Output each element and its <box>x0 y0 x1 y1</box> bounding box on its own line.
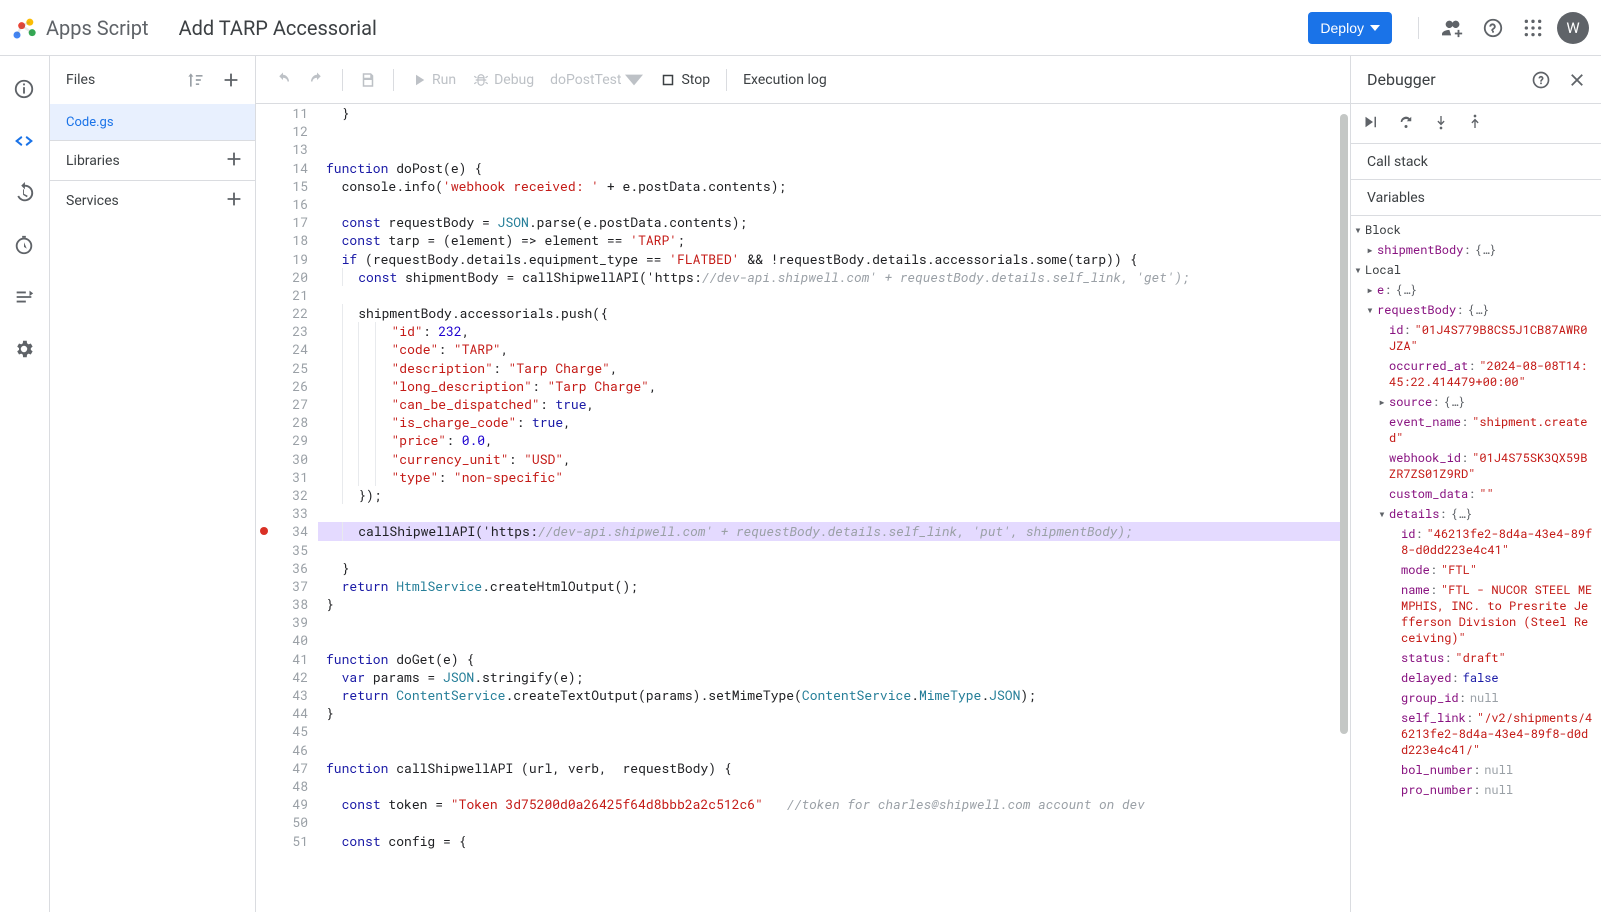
share-icon[interactable] <box>1433 8 1473 48</box>
executions-icon[interactable] <box>13 286 37 310</box>
debugger-panel: Debugger Call stack Variables ▾Block▸shi… <box>1351 56 1601 912</box>
services-section[interactable]: Services <box>50 180 255 220</box>
debugger-title: Debugger <box>1367 70 1436 89</box>
run-button[interactable]: Run <box>404 64 462 96</box>
debug-help-icon[interactable] <box>1525 64 1557 96</box>
resume-button[interactable] <box>1361 113 1379 135</box>
files-title: Files <box>66 72 95 88</box>
sort-files-button[interactable] <box>179 64 211 96</box>
left-rail <box>0 56 50 912</box>
add-service-button[interactable] <box>223 188 247 214</box>
editor-scrollbar[interactable] <box>1338 104 1350 912</box>
settings-icon[interactable] <box>13 338 37 362</box>
stop-button[interactable]: Stop <box>653 64 716 96</box>
editor-toolbar: Run Debug doPostTest Stop Execution log <box>256 56 1350 104</box>
chevron-down-icon <box>625 71 643 89</box>
variables-section[interactable]: Variables <box>1351 180 1601 216</box>
add-library-button[interactable] <box>223 148 247 174</box>
editor-area: Run Debug doPostTest Stop Execution log … <box>256 56 1351 912</box>
step-out-button[interactable] <box>1467 113 1483 135</box>
step-into-button[interactable] <box>1433 113 1449 135</box>
files-panel: Files Code.gs Libraries Services <box>50 56 256 912</box>
editor-icon[interactable] <box>13 130 37 154</box>
overview-icon[interactable] <box>13 78 37 102</box>
deploy-button[interactable]: Deploy <box>1308 12 1392 44</box>
code-editor[interactable]: 1112131415161718192021222324252627282930… <box>256 104 1350 912</box>
libraries-section[interactable]: Libraries <box>50 140 255 180</box>
apps-script-icon <box>10 14 38 42</box>
project-title[interactable]: Add TARP Accessorial <box>179 16 1309 40</box>
callstack-section[interactable]: Call stack <box>1351 144 1601 180</box>
app-header: Apps Script Add TARP Accessorial Deploy … <box>0 0 1601 56</box>
close-debugger-button[interactable] <box>1561 64 1593 96</box>
variables-tree[interactable]: ▾Block▸shipmentBody:{…}▾Local▸e:{…}▾requ… <box>1351 216 1601 912</box>
history-icon[interactable] <box>13 182 37 206</box>
file-code-gs[interactable]: Code.gs <box>50 104 255 140</box>
redo-button[interactable] <box>302 64 332 96</box>
apps-grid-icon[interactable] <box>1513 8 1553 48</box>
debug-button[interactable]: Debug <box>466 64 540 96</box>
help-icon[interactable] <box>1473 8 1513 48</box>
account-avatar[interactable]: W <box>1557 12 1589 44</box>
apps-script-logo[interactable]: Apps Script <box>10 14 149 42</box>
product-name: Apps Script <box>46 16 149 40</box>
save-button[interactable] <box>353 64 383 96</box>
undo-button[interactable] <box>268 64 298 96</box>
chevron-down-icon <box>1370 25 1380 31</box>
triggers-icon[interactable] <box>13 234 37 258</box>
add-file-button[interactable] <box>215 64 247 96</box>
execution-log-button[interactable]: Execution log <box>737 64 833 96</box>
function-selector[interactable]: doPostTest <box>544 64 649 96</box>
step-over-button[interactable] <box>1397 113 1415 135</box>
